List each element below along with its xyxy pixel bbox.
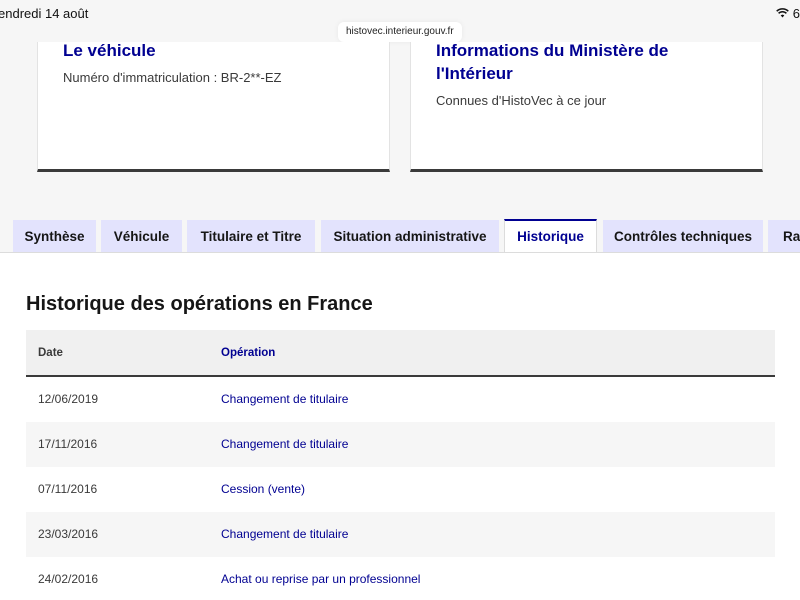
ministry-card-title[interactable]: Informations du Ministère de l'Intérieur	[436, 39, 696, 85]
history-title: Historique des opérations en France	[26, 293, 373, 315]
row-operation: Changement de titulaire	[221, 527, 349, 541]
row-operation: Achat ou reprise par un professionnel	[221, 572, 421, 586]
status-time: endredi 14 août	[0, 6, 89, 21]
row-date: 07/11/2016	[38, 482, 98, 496]
status-indicators: 6	[775, 6, 800, 21]
battery-percentage: 6	[792, 6, 800, 21]
ministry-card: Informations du Ministère de l'Intérieur…	[410, 39, 763, 172]
column-header-operation: Opération	[221, 347, 276, 359]
ministry-card-description: Connues d'HistoVec à ce jour	[436, 93, 607, 108]
table-row: 07/11/2016 Cession (vente)	[26, 467, 775, 512]
table-row: 23/03/2016 Changement de titulaire	[26, 512, 775, 557]
table-row: 24/02/2016 Achat ou reprise par un profe…	[26, 557, 775, 600]
row-date: 23/03/2016	[38, 527, 99, 541]
table-body: 12/06/2019 Changement de titulaire 17/11…	[26, 377, 775, 600]
tab-bar: Synthèse Véhicule Titulaire et Titre Sit…	[0, 219, 800, 253]
table-header: Date Opération	[26, 330, 775, 377]
vehicle-card-description: Numéro d'immatriculation : BR-2**-EZ	[63, 70, 282, 85]
row-operation: Cession (vente)	[221, 482, 306, 496]
table-row: 12/06/2019 Changement de titulaire	[26, 377, 775, 422]
history-table: Date Opération 12/06/2019 Changement de …	[26, 330, 775, 600]
column-header-date: Date	[38, 347, 63, 359]
row-date: 17/11/2016	[38, 437, 98, 451]
table-row: 17/11/2016 Changement de titulaire	[26, 422, 775, 467]
row-date: 12/06/2019	[38, 392, 99, 406]
tab-situation-administrative[interactable]: Situation administrative	[321, 220, 499, 253]
row-operation: Changement de titulaire	[221, 437, 349, 451]
vehicle-card-title[interactable]: Le véhicule	[63, 39, 156, 62]
tab-vehicule[interactable]: Véhicule	[101, 220, 182, 253]
tab-controles-techniques[interactable]: Contrôles techniques	[603, 220, 763, 253]
row-date: 24/02/2016	[38, 572, 99, 586]
row-operation: Changement de titulaire	[221, 392, 349, 406]
history-panel: Historique des opérations en France Date…	[0, 252, 800, 600]
wifi-icon	[775, 6, 789, 21]
vehicle-card: Le véhicule Numéro d'immatriculation : B…	[37, 39, 390, 172]
tab-rapport[interactable]: Rap	[768, 220, 800, 253]
tab-synthese[interactable]: Synthèse	[13, 220, 96, 253]
tab-titulaire-et-titre[interactable]: Titulaire et Titre	[187, 220, 315, 253]
tab-historique[interactable]: Historique	[504, 219, 597, 253]
